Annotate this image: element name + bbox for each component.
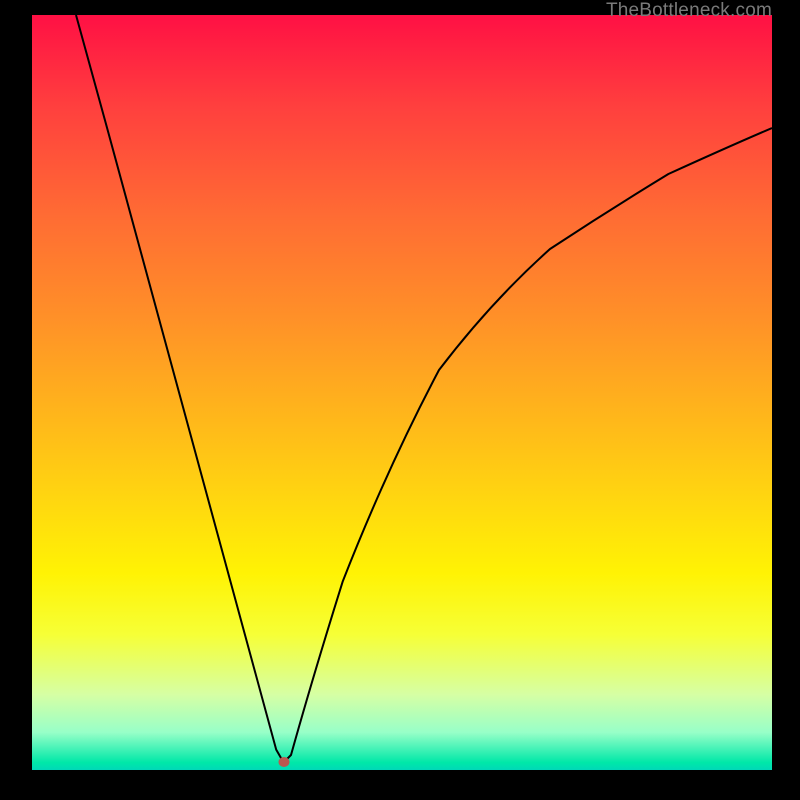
minimum-marker xyxy=(278,757,289,767)
bottleneck-curve xyxy=(32,15,772,770)
watermark-label: TheBottleneck.com xyxy=(606,0,772,22)
plot-area xyxy=(32,15,772,770)
chart-frame: TheBottleneck.com xyxy=(0,0,800,800)
curve-left-segment xyxy=(76,15,284,763)
curve-right-segment xyxy=(284,128,772,763)
